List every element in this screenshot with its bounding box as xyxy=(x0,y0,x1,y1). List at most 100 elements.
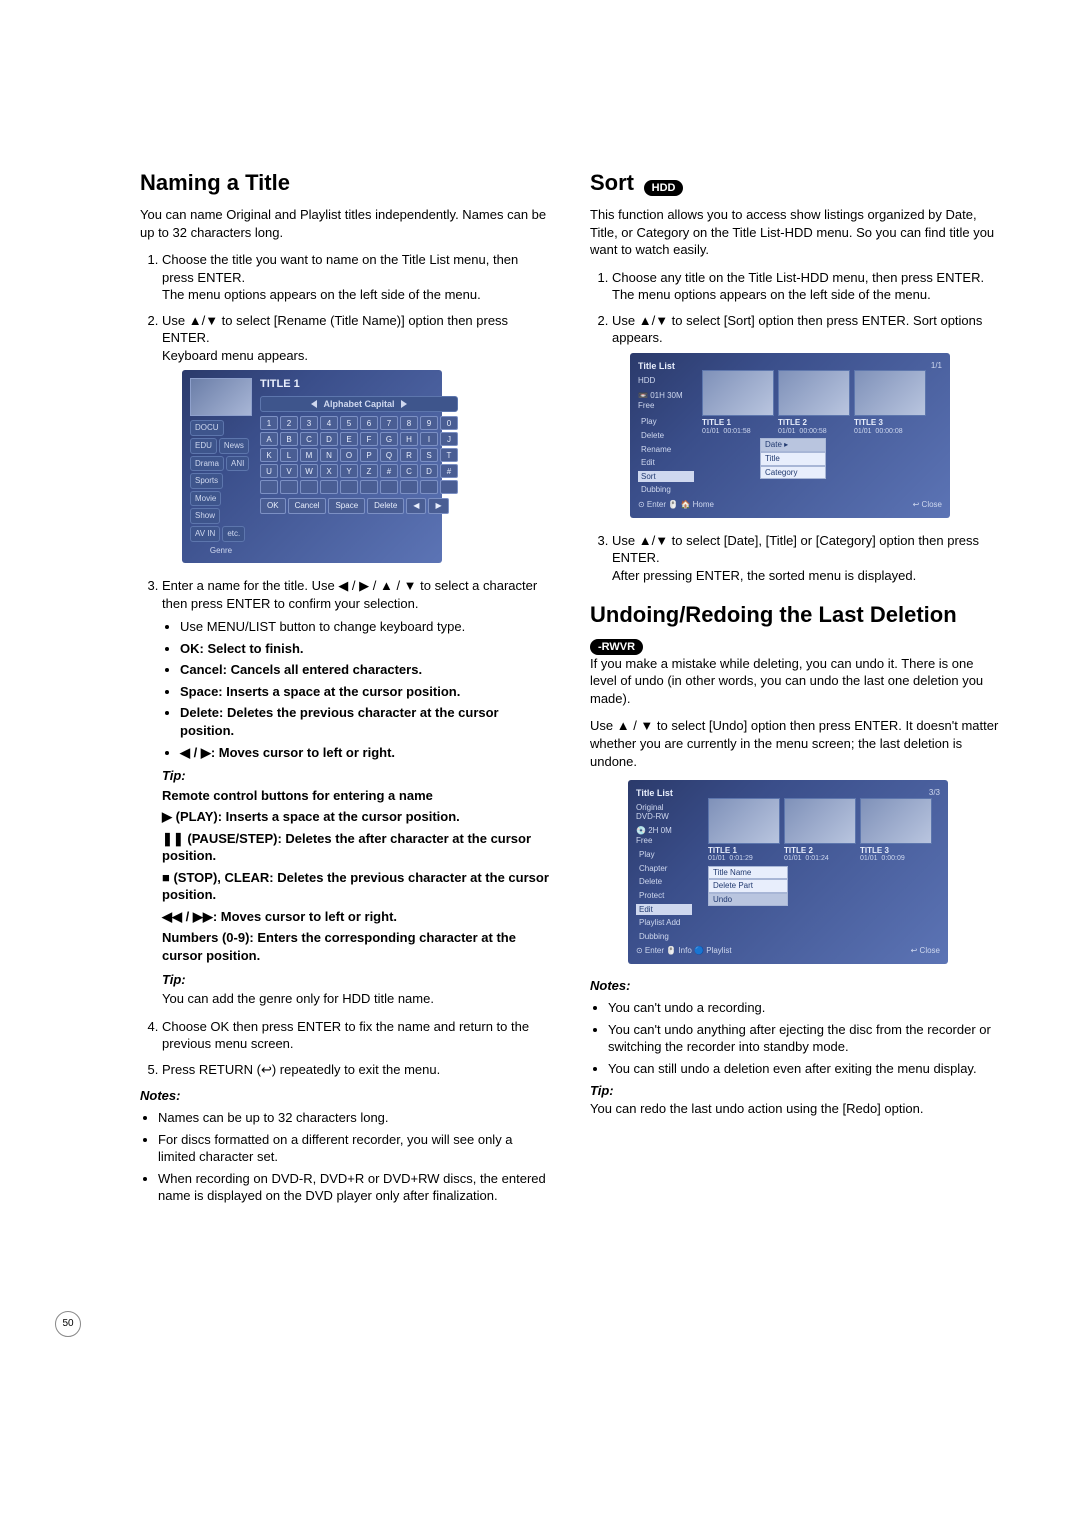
key: 6 xyxy=(360,416,378,430)
menu-item: Delete xyxy=(636,876,692,888)
genre-tab: EDU xyxy=(190,438,217,454)
popup-item: Title xyxy=(760,452,826,466)
thumb-item: TITLE 1 01/01 0:01:29 xyxy=(708,798,778,864)
menu-item: Playlist Add xyxy=(636,917,692,929)
key: D xyxy=(420,464,438,478)
menu-item-selected: Edit xyxy=(636,904,692,916)
tip2-text: You can add the genre only for HDD title… xyxy=(162,990,550,1008)
notes-heading: Notes: xyxy=(140,1088,550,1103)
sort-steps: Choose any title on the Title List-HDD m… xyxy=(590,269,1000,585)
thumbnail-image xyxy=(708,798,780,844)
key-row-blank xyxy=(260,480,458,494)
menu-item: Chapter xyxy=(636,863,692,875)
undo-mode: Original xyxy=(636,803,700,813)
key-ok: OK xyxy=(260,498,286,514)
step-4: Choose OK then press ENTER to fix the na… xyxy=(162,1018,550,1053)
naming-heading: Naming a Title xyxy=(140,170,550,196)
sort-heading: Sort xyxy=(590,170,634,196)
bullet-item: Cancel: Cancels all entered characters. xyxy=(180,661,550,679)
key: Z xyxy=(360,464,378,478)
bullet-item: Use MENU/LIST button to change keyboard … xyxy=(180,618,550,636)
undo-time: 💿 2H 0M xyxy=(636,826,700,836)
undo-heading-row: Undoing/Redoing the Last Deletion -RWVR xyxy=(590,602,1000,655)
key-right: ▶ xyxy=(428,498,448,514)
key-row-actions: OK Cancel Space Delete ◀ ▶ xyxy=(260,498,458,514)
key: M xyxy=(300,448,318,462)
key-cancel: Cancel xyxy=(288,498,327,514)
key: K xyxy=(260,448,278,462)
popup-item-selected: Date ▸ xyxy=(760,438,826,452)
note-item: You can't undo anything after ejecting t… xyxy=(608,1021,1000,1056)
figure-footer-left: ⊙ Enter 🖱️ 🏠 Home xyxy=(638,500,714,510)
remote-tip-play: ▶ (PLAY): Inserts a space at the cursor … xyxy=(162,808,550,826)
undo-p1: If you make a mistake while deleting, yo… xyxy=(590,655,1000,708)
sort-page-num: 1/1 xyxy=(702,361,942,371)
genre-tab: Show xyxy=(190,508,220,524)
left-column: Naming a Title You can name Original and… xyxy=(140,170,550,1211)
sort-list-title: Title List xyxy=(638,361,694,372)
key xyxy=(380,480,398,494)
genre-tab: News xyxy=(219,438,249,454)
menu-item: Play xyxy=(638,416,694,428)
right-column: Sort HDD This function allows you to acc… xyxy=(590,170,1000,1211)
key: # xyxy=(380,464,398,478)
key: # xyxy=(440,464,458,478)
figure-footer-left: ⊙ Enter 🖱️ Info 🔵 Playlist xyxy=(636,946,732,956)
bullet-item: OK: Select to finish. xyxy=(180,640,550,658)
hdd-badge: HDD xyxy=(644,180,684,196)
key: G xyxy=(380,432,398,446)
keyboard-mode-bar: Alphabet Capital xyxy=(260,396,458,413)
key: T xyxy=(440,448,458,462)
key-delete: Delete xyxy=(367,498,404,514)
note-item: For discs formatted on a different recor… xyxy=(158,1131,550,1166)
thumb-item: TITLE 1 01/01 00:01:58 xyxy=(702,370,772,436)
thumbnail-image xyxy=(854,370,926,416)
sort-figure: Title List HDD 📼 01H 30M Free Play Delet… xyxy=(630,353,950,518)
sort-step: Use ▲/▼ to select [Sort] option then pre… xyxy=(612,312,1000,518)
left-arrow-icon xyxy=(311,400,317,408)
undo-popup: Title Name Delete Part Undo xyxy=(708,866,940,907)
step3-bullets: Use MENU/LIST button to change keyboard … xyxy=(162,618,550,761)
keyboard-figure: DOCU EDU News Drama ANI Sports Movie Sho… xyxy=(182,370,442,563)
key-row-letters: U V W X Y Z # C D # xyxy=(260,464,458,478)
genre-label: Genre xyxy=(190,546,252,556)
undo-tip: You can redo the last undo action using … xyxy=(590,1100,1000,1118)
page-container: Naming a Title You can name Original and… xyxy=(0,0,1080,1251)
key-left: ◀ xyxy=(406,498,426,514)
sort-time: 📼 01H 30M xyxy=(638,391,694,401)
remote-tip-stop: ■ (STOP), CLEAR: Deletes the previous ch… xyxy=(162,869,550,904)
key: C xyxy=(400,464,418,478)
key xyxy=(320,480,338,494)
bullet-item: Space: Inserts a space at the cursor pos… xyxy=(180,683,550,701)
genre-tab: Drama xyxy=(190,456,224,472)
sort-step: Choose any title on the Title List-HDD m… xyxy=(612,269,1000,304)
key: E xyxy=(340,432,358,446)
undo-notes: You can't undo a recording. You can't un… xyxy=(590,999,1000,1077)
step-3: Enter a name for the title. Use ◀ / ▶ / … xyxy=(162,577,550,1007)
step-1: Choose the title you want to name on the… xyxy=(162,251,550,304)
key: Q xyxy=(380,448,398,462)
menu-item: Dubbing xyxy=(638,484,694,496)
naming-notes: Names can be up to 32 characters long. F… xyxy=(140,1109,550,1205)
naming-intro: You can name Original and Playlist title… xyxy=(140,206,550,241)
menu-item-selected: Sort xyxy=(638,471,694,483)
sort-step: Use ▲/▼ to select [Date], [Title] or [Ca… xyxy=(612,532,1000,585)
menu-item: Rename xyxy=(638,444,694,456)
right-arrow-icon xyxy=(401,400,407,408)
key: Y xyxy=(340,464,358,478)
key: R xyxy=(400,448,418,462)
tip-heading: Tip: xyxy=(162,971,550,989)
key: J xyxy=(440,432,458,446)
key xyxy=(400,480,418,494)
thumb-item: TITLE 3 01/01 00:00:08 xyxy=(854,370,924,436)
keyboard-mode-label: Alphabet Capital xyxy=(323,399,394,410)
remote-tip-seek: ◀◀ / ▶▶: Moves cursor to left or right. xyxy=(162,908,550,926)
undo-heading: Undoing/Redoing the Last Deletion xyxy=(590,602,957,628)
page-number: 50 xyxy=(55,1311,81,1337)
key: F xyxy=(360,432,378,446)
key: S xyxy=(420,448,438,462)
key: B xyxy=(280,432,298,446)
keyboard-thumb-image xyxy=(190,378,252,416)
menu-item: Play xyxy=(636,849,692,861)
genre-tabs: DOCU EDU News Drama ANI Sports Movie Sho… xyxy=(190,420,252,541)
